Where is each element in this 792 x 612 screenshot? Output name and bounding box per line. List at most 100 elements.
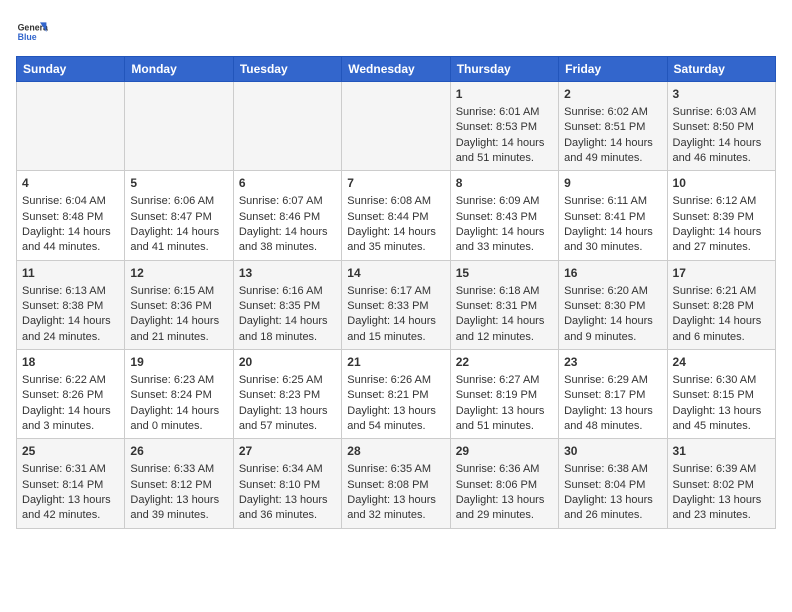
day-number: 8	[456, 175, 553, 192]
day-info: Sunset: 8:02 PM	[673, 478, 770, 493]
day-info: Sunrise: 6:36 AM	[456, 462, 553, 477]
day-info: Sunrise: 6:29 AM	[564, 373, 661, 388]
calendar-cell: 15Sunrise: 6:18 AMSunset: 8:31 PMDayligh…	[450, 260, 558, 349]
day-info: Sunrise: 6:35 AM	[347, 462, 444, 477]
day-info: Sunset: 8:04 PM	[564, 478, 661, 493]
day-info: Sunrise: 6:25 AM	[239, 373, 336, 388]
day-number: 25	[22, 443, 119, 460]
calendar-cell: 22Sunrise: 6:27 AMSunset: 8:19 PMDayligh…	[450, 350, 558, 439]
day-info: Sunrise: 6:07 AM	[239, 194, 336, 209]
day-info: Sunset: 8:38 PM	[22, 299, 119, 314]
day-info: Daylight: 14 hours and 3 minutes.	[22, 404, 119, 435]
calendar-week-row: 25Sunrise: 6:31 AMSunset: 8:14 PMDayligh…	[17, 439, 776, 528]
day-info: Daylight: 13 hours and 45 minutes.	[673, 404, 770, 435]
calendar-cell	[342, 82, 450, 171]
day-number: 7	[347, 175, 444, 192]
calendar-cell: 21Sunrise: 6:26 AMSunset: 8:21 PMDayligh…	[342, 350, 450, 439]
day-info: Daylight: 14 hours and 38 minutes.	[239, 225, 336, 256]
day-header-sunday: Sunday	[17, 57, 125, 82]
day-info: Sunrise: 6:23 AM	[130, 373, 227, 388]
day-info: Daylight: 14 hours and 12 minutes.	[456, 314, 553, 345]
calendar-cell: 3Sunrise: 6:03 AMSunset: 8:50 PMDaylight…	[667, 82, 775, 171]
calendar-cell: 23Sunrise: 6:29 AMSunset: 8:17 PMDayligh…	[559, 350, 667, 439]
day-info: Sunrise: 6:17 AM	[347, 284, 444, 299]
calendar-cell: 19 Sunrise: 6:23 AMSunset: 8:24 PMDayligh…	[125, 350, 233, 439]
calendar-cell	[125, 82, 233, 171]
day-number: 22	[456, 354, 553, 371]
calendar-cell: 17Sunrise: 6:21 AMSunset: 8:28 PMDayligh…	[667, 260, 775, 349]
day-info: Daylight: 14 hours and 18 minutes.	[239, 314, 336, 345]
day-info: Sunset: 8:10 PM	[239, 478, 336, 493]
svg-text:Blue: Blue	[18, 32, 37, 42]
day-info: Sunrise: 6:20 AM	[564, 284, 661, 299]
logo-icon: General Blue	[16, 16, 48, 48]
calendar-cell: 13Sunrise: 6:16 AMSunset: 8:35 PMDayligh…	[233, 260, 341, 349]
day-info: Daylight: 13 hours and 51 minutes.	[456, 404, 553, 435]
day-info: Sunrise: 6:03 AM	[673, 105, 770, 120]
calendar-cell: 24Sunrise: 6:30 AMSunset: 8:15 PMDayligh…	[667, 350, 775, 439]
day-info: Sunset: 8:51 PM	[564, 120, 661, 135]
day-info: Sunset: 8:24 PM	[130, 388, 227, 403]
day-info: Sunset: 8:36 PM	[130, 299, 227, 314]
day-number: 15	[456, 265, 553, 282]
day-info: Daylight: 14 hours and 21 minutes.	[130, 314, 227, 345]
day-info: Sunrise: 6:09 AM	[456, 194, 553, 209]
day-info: Sunset: 8:41 PM	[564, 210, 661, 225]
day-number: 26	[130, 443, 227, 460]
calendar-cell	[233, 82, 341, 171]
day-info: Sunset: 8:06 PM	[456, 478, 553, 493]
day-info: Sunset: 8:30 PM	[564, 299, 661, 314]
calendar-header-row: SundayMondayTuesdayWednesdayThursdayFrid…	[17, 57, 776, 82]
day-info: Sunset: 8:35 PM	[239, 299, 336, 314]
day-info: Daylight: 13 hours and 36 minutes.	[239, 493, 336, 524]
calendar-cell: 11Sunrise: 6:13 AMSunset: 8:38 PMDayligh…	[17, 260, 125, 349]
day-info: Sunset: 8:43 PM	[456, 210, 553, 225]
day-number: 21	[347, 354, 444, 371]
day-info: Daylight: 13 hours and 26 minutes.	[564, 493, 661, 524]
day-info: Daylight: 14 hours and 0 minutes.	[130, 404, 227, 435]
calendar-cell: 31Sunrise: 6:39 AMSunset: 8:02 PMDayligh…	[667, 439, 775, 528]
day-header-monday: Monday	[125, 57, 233, 82]
day-header-thursday: Thursday	[450, 57, 558, 82]
calendar-cell: 27Sunrise: 6:34 AMSunset: 8:10 PMDayligh…	[233, 439, 341, 528]
day-info: Sunrise: 6:15 AM	[130, 284, 227, 299]
day-info: Sunrise: 6:30 AM	[673, 373, 770, 388]
day-info: Daylight: 14 hours and 33 minutes.	[456, 225, 553, 256]
day-info: Daylight: 13 hours and 42 minutes.	[22, 493, 119, 524]
calendar-table: SundayMondayTuesdayWednesdayThursdayFrid…	[16, 56, 776, 529]
day-info: Sunset: 8:26 PM	[22, 388, 119, 403]
day-header-friday: Friday	[559, 57, 667, 82]
day-number: 12	[130, 265, 227, 282]
calendar-cell: 6 Sunrise: 6:07 AMSunset: 8:46 PMDaylight…	[233, 171, 341, 260]
day-info: Daylight: 14 hours and 30 minutes.	[564, 225, 661, 256]
day-info: Sunset: 8:46 PM	[239, 210, 336, 225]
day-info: Sunrise: 6:22 AM	[22, 373, 119, 388]
day-info: Sunrise: 6:38 AM	[564, 462, 661, 477]
day-info: Daylight: 14 hours and 24 minutes.	[22, 314, 119, 345]
day-number: 6	[239, 175, 336, 192]
day-info: Sunrise: 6:01 AM	[456, 105, 553, 120]
calendar-cell: 7Sunrise: 6:08 AMSunset: 8:44 PMDaylight…	[342, 171, 450, 260]
day-info: Sunrise: 6:12 AM	[673, 194, 770, 209]
day-info: Sunset: 8:08 PM	[347, 478, 444, 493]
day-info: Daylight: 14 hours and 46 minutes.	[673, 136, 770, 167]
day-info: Daylight: 13 hours and 48 minutes.	[564, 404, 661, 435]
day-header-tuesday: Tuesday	[233, 57, 341, 82]
day-info: Sunrise: 6:16 AM	[239, 284, 336, 299]
day-info: Daylight: 14 hours and 9 minutes.	[564, 314, 661, 345]
day-info: Sunrise: 6:21 AM	[673, 284, 770, 299]
calendar-cell	[17, 82, 125, 171]
day-number: 9	[564, 175, 661, 192]
day-info: Sunrise: 6:18 AM	[456, 284, 553, 299]
day-number: 31	[673, 443, 770, 460]
calendar-cell: 12 Sunrise: 6:15 AMSunset: 8:36 PMDayligh…	[125, 260, 233, 349]
day-number: 29	[456, 443, 553, 460]
day-info: Sunset: 8:21 PM	[347, 388, 444, 403]
day-number: 23	[564, 354, 661, 371]
day-number: 19	[130, 354, 227, 371]
calendar-cell: 10Sunrise: 6:12 AMSunset: 8:39 PMDayligh…	[667, 171, 775, 260]
calendar-cell: 30Sunrise: 6:38 AMSunset: 8:04 PMDayligh…	[559, 439, 667, 528]
day-info: Sunset: 8:15 PM	[673, 388, 770, 403]
day-info: Sunrise: 6:31 AM	[22, 462, 119, 477]
day-info: Sunrise: 6:26 AM	[347, 373, 444, 388]
